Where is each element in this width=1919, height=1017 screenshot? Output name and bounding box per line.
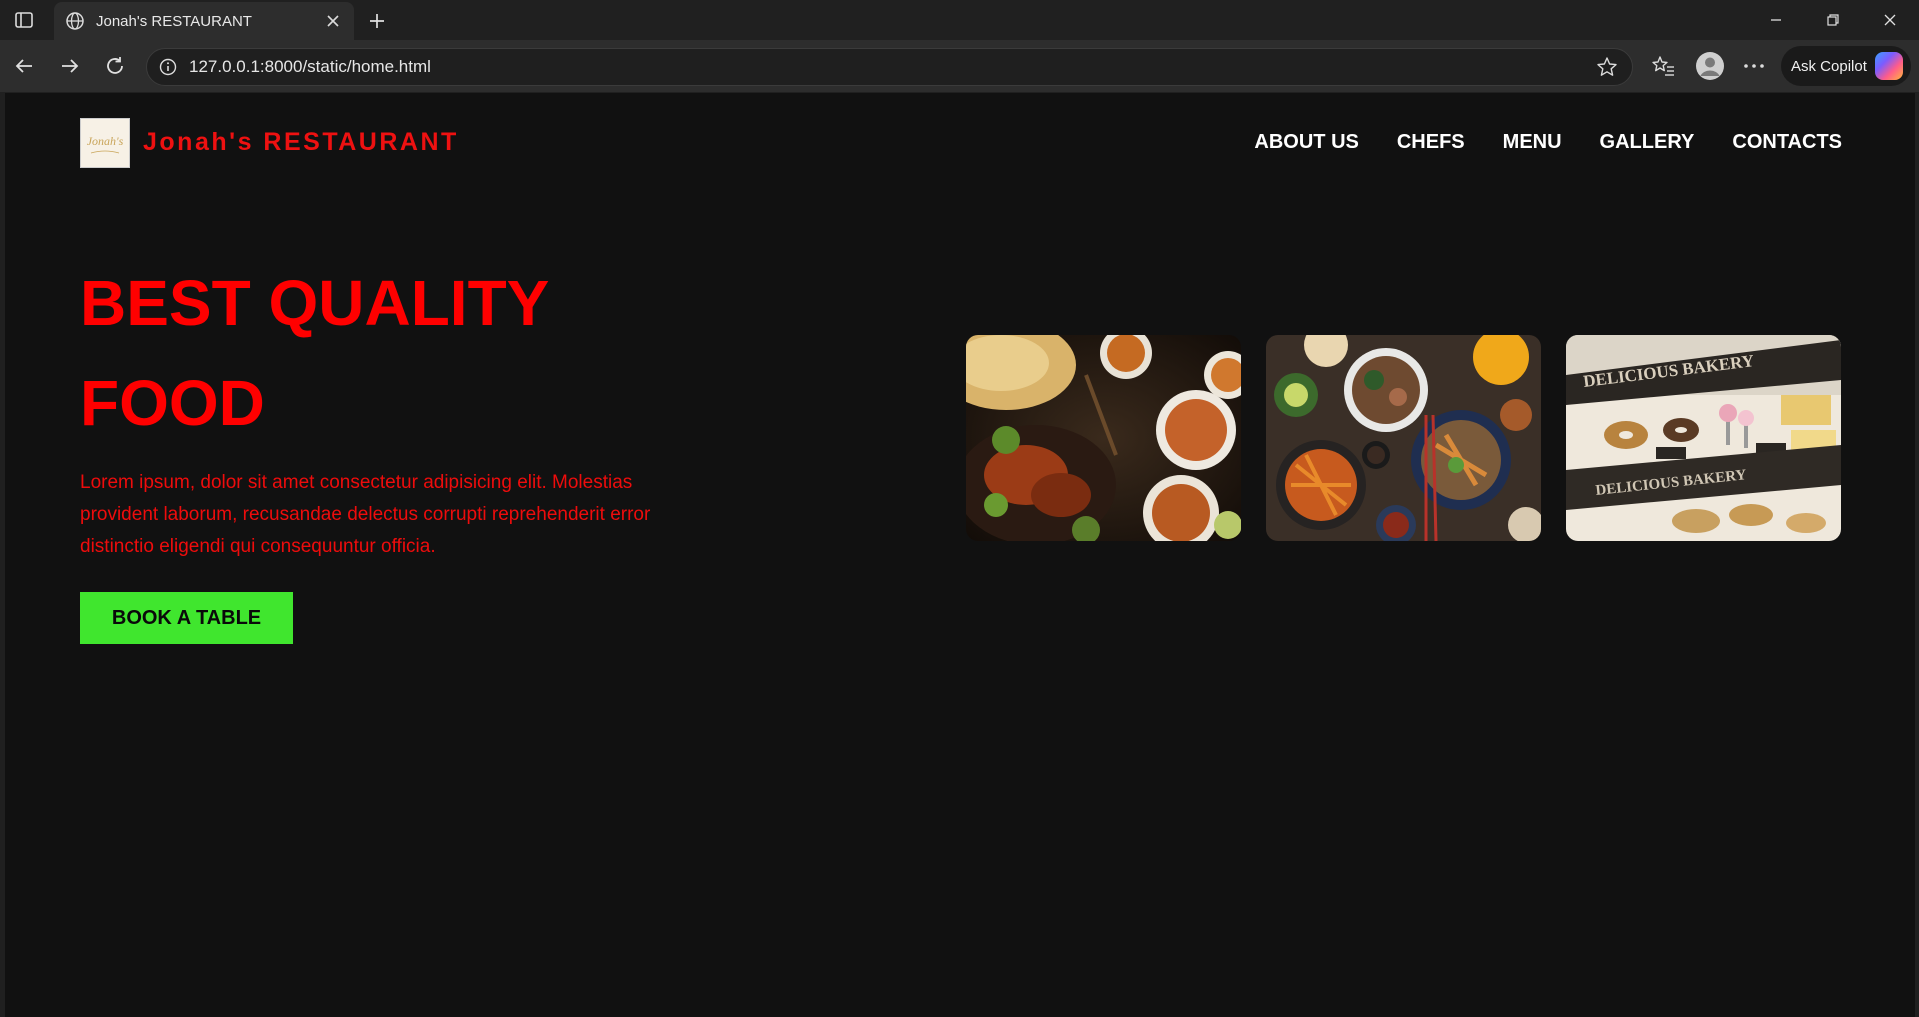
sidebar-toggle-icon[interactable] [12,9,36,31]
hero-description: Lorem ipsum, dolor sit amet consectetur … [80,472,651,557]
food-gallery: DELICIOUS BAKERY DELICIOUS BAKERY [966,335,1841,541]
nav-gallery[interactable]: GALLERY [1600,131,1695,154]
url-text: 127.0.0.1:8000/static/home.html [189,57,431,76]
food-photo-bakery: DELICIOUS BAKERY DELICIOUS BAKERY [1566,335,1841,541]
nav-about-us[interactable]: ABOUT US [1254,131,1358,154]
book-a-table-button[interactable]: BOOK A TABLE [80,592,293,644]
brand-name[interactable]: Jonah's RESTAURANT [143,128,459,157]
hero-title-line1: BEST QUALITY [80,267,550,339]
copilot-icon [1874,52,1903,80]
restore-icon[interactable] [1805,0,1861,40]
food-photo-indian [966,335,1241,541]
main-nav: ABOUT US CHEFS MENU GALLERY CONTACTS [1254,131,1842,154]
logo-text: Jonah's [87,134,124,148]
food-photo-asian [1266,335,1541,541]
favorite-star-icon[interactable] [1594,54,1620,80]
more-options-icon[interactable] [1740,52,1768,80]
address-bar[interactable]: 127.0.0.1:8000/static/home.html [146,48,1633,86]
copilot-label: Ask Copilot [1791,57,1867,75]
hero-title: BEST QUALITY FOOD [80,253,680,453]
tab-strip: Jonah's RESTAURANT [0,0,1919,40]
restaurant-logo[interactable]: Jonah's [80,118,130,168]
close-tab-icon[interactable] [322,10,344,32]
site-info-icon[interactable] [157,56,179,78]
hero-title-line2: FOOD [80,367,265,439]
ask-copilot-button[interactable]: Ask Copilot [1781,46,1911,86]
favorites-list-icon[interactable] [1649,52,1677,80]
restaurant-page: Jonah's Jonah's RESTAURANT ABOUT US CHEF… [5,93,1915,1017]
new-tab-icon[interactable] [364,8,390,34]
globe-icon [64,10,86,32]
forward-icon[interactable] [56,52,84,80]
nav-menu[interactable]: MENU [1503,131,1562,154]
nav-chefs[interactable]: CHEFS [1397,131,1465,154]
minimize-icon[interactable] [1748,0,1804,40]
reload-icon[interactable] [101,52,129,80]
close-window-icon[interactable] [1862,0,1918,40]
tab-title: Jonah's RESTAURANT [96,12,252,30]
profile-avatar-icon[interactable] [1694,50,1726,82]
browser-toolbar: 127.0.0.1:8000/static/home.html Ask Copi… [0,40,1919,92]
browser-tab[interactable]: Jonah's RESTAURANT [54,2,354,40]
nav-contacts[interactable]: CONTACTS [1732,131,1842,154]
back-icon[interactable] [10,52,38,80]
